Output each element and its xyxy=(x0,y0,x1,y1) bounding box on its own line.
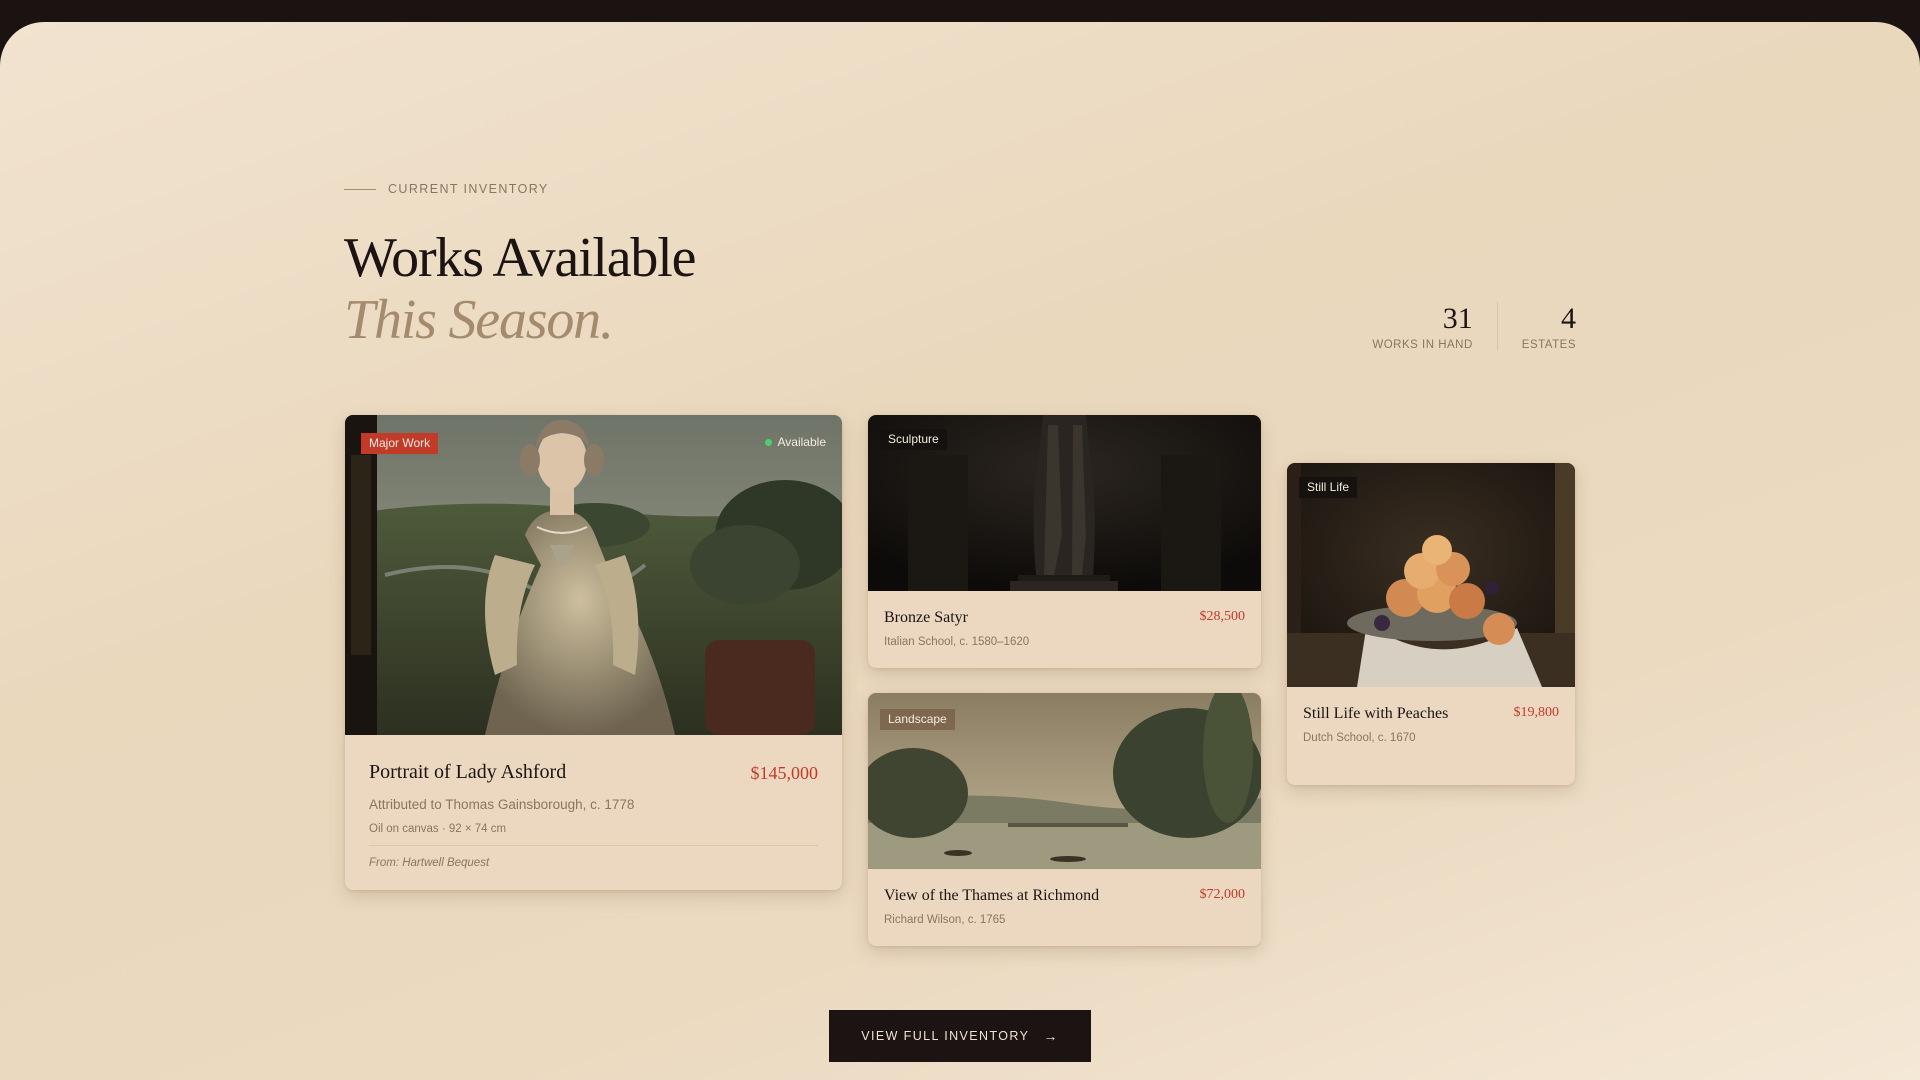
artwork-image-still-life[interactable]: Still Life xyxy=(1287,463,1575,687)
stat-value: 31 xyxy=(1442,302,1473,335)
artwork-image-portrait[interactable]: Major Work Available xyxy=(345,415,842,735)
available-dot-icon xyxy=(764,438,772,446)
stat-estates: 4 ESTATES xyxy=(1498,302,1576,351)
artwork-price: $28,500 xyxy=(1199,609,1246,624)
artwork-card-still-life[interactable]: Still Life Still Life with Peaches $19,8… xyxy=(1287,463,1575,785)
artwork-image-sculpture[interactable]: Sculpture xyxy=(868,415,1261,591)
artwork-info: Portrait of Lady Ashford $145,000 Attrib… xyxy=(369,761,818,871)
page-title: Works Available xyxy=(344,227,696,289)
artwork-info: Still Life with Peaches $19,800 Dutch Sc… xyxy=(1303,705,1559,744)
stat-label: WORKS IN HAND xyxy=(1372,339,1473,351)
page-surface: CURRENT INVENTORY Works Available This S… xyxy=(0,22,1920,1080)
artwork-price: $145,000 xyxy=(750,763,819,783)
availability-label: Available xyxy=(777,435,826,449)
eyebrow-label: CURRENT INVENTORY xyxy=(388,182,549,196)
artwork-title[interactable]: Bronze Satyr xyxy=(884,609,1245,627)
eyebrow: CURRENT INVENTORY xyxy=(344,182,549,196)
availability-status: Available xyxy=(764,435,826,449)
view-full-inventory-button[interactable]: VIEW FULL INVENTORY → xyxy=(829,1010,1091,1062)
artwork-image-landscape[interactable]: Landscape xyxy=(868,693,1261,869)
artwork-attribution: Attributed to Thomas Gainsborough, c. 17… xyxy=(369,797,635,812)
artwork-card-featured[interactable]: Major Work Available Portrait of Lady As… xyxy=(345,415,842,890)
stat-label: ESTATES xyxy=(1521,339,1576,351)
artwork-info: View of the Thames at Richmond $72,000 R… xyxy=(884,887,1245,926)
artwork-card-sculpture[interactable]: Sculpture Bronze Satyr $28,500 Italian S… xyxy=(868,415,1261,668)
artwork-title[interactable]: View of the Thames at Richmond xyxy=(884,887,1245,905)
stat-value: 4 xyxy=(1561,302,1576,335)
eyebrow-rule xyxy=(344,188,376,190)
tag-major-work: Major Work xyxy=(361,433,439,455)
tag-still-life: Still Life xyxy=(1299,477,1358,499)
cta-label: VIEW FULL INVENTORY xyxy=(861,1029,1030,1043)
tag-landscape: Landscape xyxy=(880,709,955,731)
artwork-attribution: Richard Wilson, c. 1765 xyxy=(884,914,1006,926)
artwork-info: Bronze Satyr $28,500 Italian School, c. … xyxy=(884,609,1245,648)
artwork-medium: Oil on canvas · 92 × 74 cm xyxy=(369,823,507,835)
artwork-price: $72,000 xyxy=(1199,887,1246,902)
stats: 31 WORKS IN HAND 4 ESTATES xyxy=(1372,302,1576,351)
stat-works-in-hand: 31 WORKS IN HAND xyxy=(1372,302,1498,351)
divider xyxy=(369,845,818,846)
artwork-price: $19,800 xyxy=(1513,705,1560,720)
artwork-provenance: From: Hartwell Bequest xyxy=(369,857,490,869)
arrow-right-icon: → xyxy=(1043,1028,1059,1044)
artwork-attribution: Italian School, c. 1580–1620 xyxy=(884,636,1030,648)
artwork-card-landscape[interactable]: Landscape View of the Thames at Richmond… xyxy=(868,693,1261,946)
artwork-attribution: Dutch School, c. 1670 xyxy=(1303,732,1416,744)
page-subtitle: This Season. xyxy=(344,289,614,351)
tag-sculpture: Sculpture xyxy=(880,429,947,451)
portrait-painting xyxy=(345,415,842,735)
